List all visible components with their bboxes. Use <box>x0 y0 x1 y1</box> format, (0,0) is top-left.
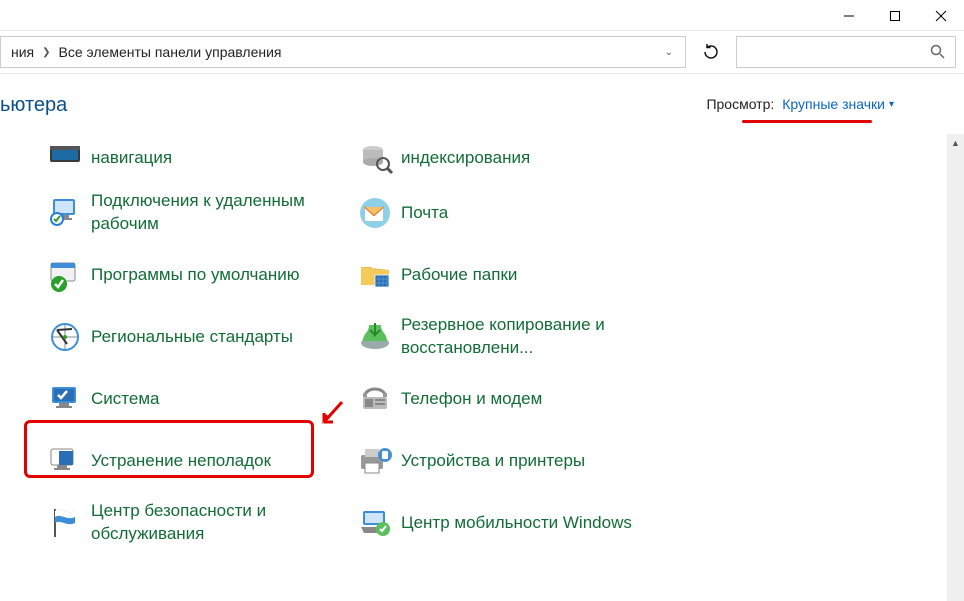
mail-icon <box>349 193 401 233</box>
cp-item-label: Устройства и принтеры <box>401 450 585 473</box>
troubleshoot-icon <box>39 441 91 481</box>
cp-item-mail[interactable]: Почта <box>345 182 655 244</box>
cp-item-phone-modem[interactable]: Телефон и модем <box>345 368 655 430</box>
items-column-left: навигация Подключения к удаленным рабочи… <box>35 134 345 554</box>
cp-item-mobility-center[interactable]: Центр мобильности Windows <box>345 492 655 554</box>
titlebar <box>0 0 964 30</box>
minimize-icon <box>843 10 855 22</box>
flag-icon <box>39 503 91 543</box>
refresh-icon <box>702 43 720 61</box>
scrollbar-up-arrow-icon[interactable]: ▲ <box>947 134 964 151</box>
cp-item-label: Устранение неполадок <box>91 450 271 473</box>
close-icon <box>935 10 947 22</box>
search-icon <box>929 43 945 62</box>
annotation-underline <box>742 120 872 123</box>
breadcrumb-fragment: ния <box>11 44 34 60</box>
page-heading-fragment: ьютера <box>0 94 67 117</box>
vertical-scrollbar[interactable]: ▲ <box>947 134 964 601</box>
cp-item-label: Резервное копирование и восстановлени... <box>401 314 649 360</box>
cp-item-devices-printers[interactable]: Устройства и принтеры <box>345 430 655 492</box>
chevron-right-icon: ❯ <box>42 47 50 58</box>
remote-desktop-icon <box>39 193 91 233</box>
breadcrumb-current[interactable]: Все элементы панели управления <box>59 44 282 60</box>
cp-item-region[interactable]: Региональные стандарты <box>35 306 345 368</box>
default-programs-icon <box>39 255 91 295</box>
cp-item-label: Телефон и модем <box>401 388 542 411</box>
cp-item-label: Рабочие папки <box>401 264 517 287</box>
cp-item-system[interactable]: Система <box>35 368 345 430</box>
toolbar: ния ❯ Все элементы панели управления ⌄ <box>0 30 964 74</box>
mobility-center-icon <box>349 503 401 543</box>
cp-item-label: Региональные стандарты <box>91 326 293 349</box>
backup-icon <box>349 317 401 357</box>
cp-item-label: Центр безопасности и обслуживания <box>91 500 339 546</box>
cp-item-troubleshoot[interactable]: Устранение неполадок <box>35 430 345 492</box>
address-bar[interactable]: ния ❯ Все элементы панели управления ⌄ <box>0 36 686 68</box>
cp-item-label: Подключения к удаленным рабочим <box>91 190 339 236</box>
cp-item-label: индексирования <box>401 147 530 170</box>
items-grid: навигация Подключения к удаленным рабочи… <box>0 134 964 554</box>
phone-modem-icon <box>349 379 401 419</box>
cp-item-navigation[interactable]: навигация <box>35 134 345 182</box>
work-folders-icon <box>349 255 401 295</box>
view-by-selector[interactable]: Крупные значки ▾ <box>782 96 894 112</box>
devices-printers-icon <box>349 441 401 481</box>
cp-item-label: Центр мобильности Windows <box>401 512 632 535</box>
system-icon <box>39 379 91 419</box>
caret-down-icon: ▾ <box>889 99 894 110</box>
view-by-label: Просмотр: <box>706 96 774 112</box>
cp-item-label: Программы по умолчанию <box>91 264 300 287</box>
view-options-row: ьютера Просмотр: Крупные значки ▾ <box>0 74 964 134</box>
cp-item-indexing[interactable]: индексирования <box>345 134 655 182</box>
cp-item-label: Почта <box>401 202 448 225</box>
refresh-button[interactable] <box>694 36 728 68</box>
maximize-icon <box>889 10 901 22</box>
window-controls <box>826 2 964 30</box>
cp-item-security-center[interactable]: Центр безопасности и обслуживания <box>35 492 345 554</box>
items-column-right: индексирования Почта Рабочие папки Резер… <box>345 134 655 554</box>
tablet-icon <box>39 138 91 178</box>
search-input[interactable] <box>747 44 929 60</box>
view-by-value: Крупные значки <box>782 96 885 112</box>
cp-item-label: навигация <box>91 147 172 170</box>
maximize-button[interactable] <box>872 2 918 30</box>
cp-item-default-programs[interactable]: Программы по умолчанию <box>35 244 345 306</box>
indexing-icon <box>349 138 401 178</box>
content-area: а навигация Подключения к удаленным рабо… <box>0 134 964 601</box>
search-box[interactable] <box>736 36 956 68</box>
close-button[interactable] <box>918 2 964 30</box>
chevron-down-icon[interactable]: ⌄ <box>659 47 679 58</box>
cp-item-label: Система <box>91 388 159 411</box>
minimize-button[interactable] <box>826 2 872 30</box>
cp-item-remote-desktop[interactable]: Подключения к удаленным рабочим <box>35 182 345 244</box>
cp-item-work-folders[interactable]: Рабочие папки <box>345 244 655 306</box>
cp-item-backup[interactable]: Резервное копирование и восстановлени... <box>345 306 655 368</box>
region-icon <box>39 317 91 357</box>
